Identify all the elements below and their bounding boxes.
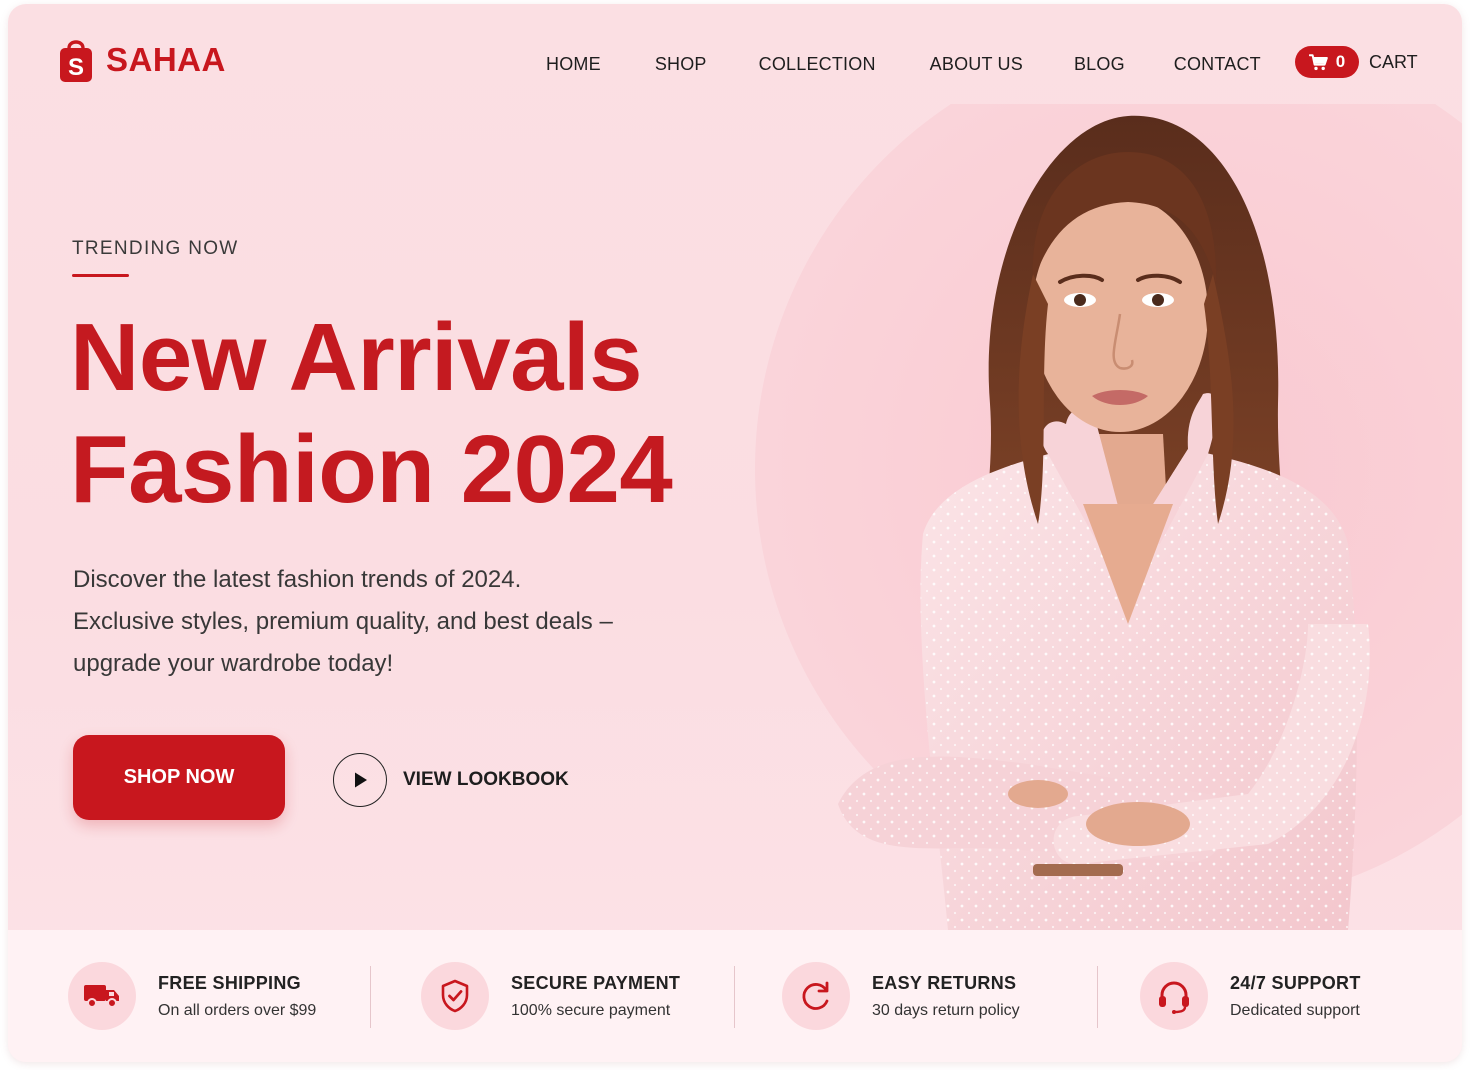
main-nav: HOME SHOP COLLECTION ABOUT US BLOG CONTA…	[546, 54, 1261, 75]
headset-icon	[1159, 981, 1189, 1014]
nav-collection[interactable]: COLLECTION	[759, 54, 876, 75]
feature-title: EASY RETURNS	[872, 972, 1017, 993]
feature-divider	[1097, 966, 1098, 1028]
nav-contact[interactable]: CONTACT	[1174, 54, 1261, 75]
shopping-bag-logo-icon: S	[60, 40, 92, 82]
feature-subtitle: Dedicated support	[1230, 1001, 1360, 1019]
view-lookbook-label: VIEW LOOKBOOK	[403, 769, 569, 790]
feature-title: SECURE PAYMENT	[511, 972, 681, 993]
cart-label: CART	[1369, 51, 1418, 72]
shield-icon-wrap	[421, 962, 489, 1030]
page-frame: S SAHAA HOME SHOP COLLECTION ABOUT US BL…	[8, 4, 1462, 1062]
refresh-icon	[802, 981, 829, 1010]
eyebrow-underline	[72, 274, 129, 277]
nav-blog[interactable]: BLOG	[1074, 54, 1125, 75]
nav-about-us[interactable]: ABOUT US	[930, 54, 1023, 75]
headset-icon-wrap	[1140, 962, 1208, 1030]
cart-button[interactable]: 0 CART	[1295, 46, 1418, 78]
hero-description: Discover the latest fashion trends of 20…	[73, 559, 713, 685]
description-line-1: Discover the latest fashion trends of 20…	[73, 566, 522, 593]
cart-count: 0	[1335, 52, 1346, 71]
nav-home[interactable]: HOME	[546, 54, 601, 75]
hero-model-image	[748, 104, 1462, 930]
feature-divider	[734, 966, 735, 1028]
truck-icon	[84, 985, 119, 1008]
feature-title: FREE SHIPPING	[158, 972, 301, 993]
feature-easy-returns: EASY RETURNS 30 days return policy	[782, 962, 1020, 1030]
nav-shop[interactable]: SHOP	[655, 54, 707, 75]
feature-free-shipping: FREE SHIPPING On all orders over $99	[68, 962, 316, 1030]
brand-name: SAHAA	[106, 41, 226, 78]
feature-title: 24/7 SUPPORT	[1230, 972, 1361, 993]
truck-icon-wrap	[68, 962, 136, 1030]
refresh-icon-wrap	[782, 962, 850, 1030]
shield-check-icon	[441, 979, 469, 1013]
headline-line-2: Fashion 2024	[70, 416, 673, 523]
hero-headline: New Arrivals Fashion 2024	[70, 302, 673, 526]
shop-now-button[interactable]: SHOP NOW	[73, 735, 285, 820]
feature-subtitle: 30 days return policy	[872, 1001, 1020, 1019]
svg-text:S: S	[68, 54, 84, 81]
features-bar: FREE SHIPPING On all orders over $99 SEC…	[8, 930, 1462, 1062]
cart-icon	[1308, 53, 1328, 70]
play-icon	[333, 753, 387, 807]
description-line-3: upgrade your wardrobe today!	[73, 650, 394, 677]
feature-subtitle: 100% secure payment	[511, 1001, 671, 1019]
feature-secure-payment: SECURE PAYMENT 100% secure payment	[421, 962, 680, 1030]
description-line-2: Exclusive styles, premium quality, and b…	[73, 608, 613, 635]
feature-divider	[370, 966, 371, 1028]
brand-logo[interactable]: S SAHAA	[58, 36, 226, 84]
cart-badge: 0	[1295, 46, 1359, 78]
headline-line-1: New Arrivals	[70, 304, 643, 411]
feature-support: 24/7 SUPPORT Dedicated support	[1140, 962, 1361, 1030]
view-lookbook-button[interactable]: VIEW LOOKBOOK	[333, 753, 569, 807]
feature-subtitle: On all orders over $99	[158, 1001, 317, 1019]
eyebrow-label: TRENDING NOW	[72, 238, 239, 259]
